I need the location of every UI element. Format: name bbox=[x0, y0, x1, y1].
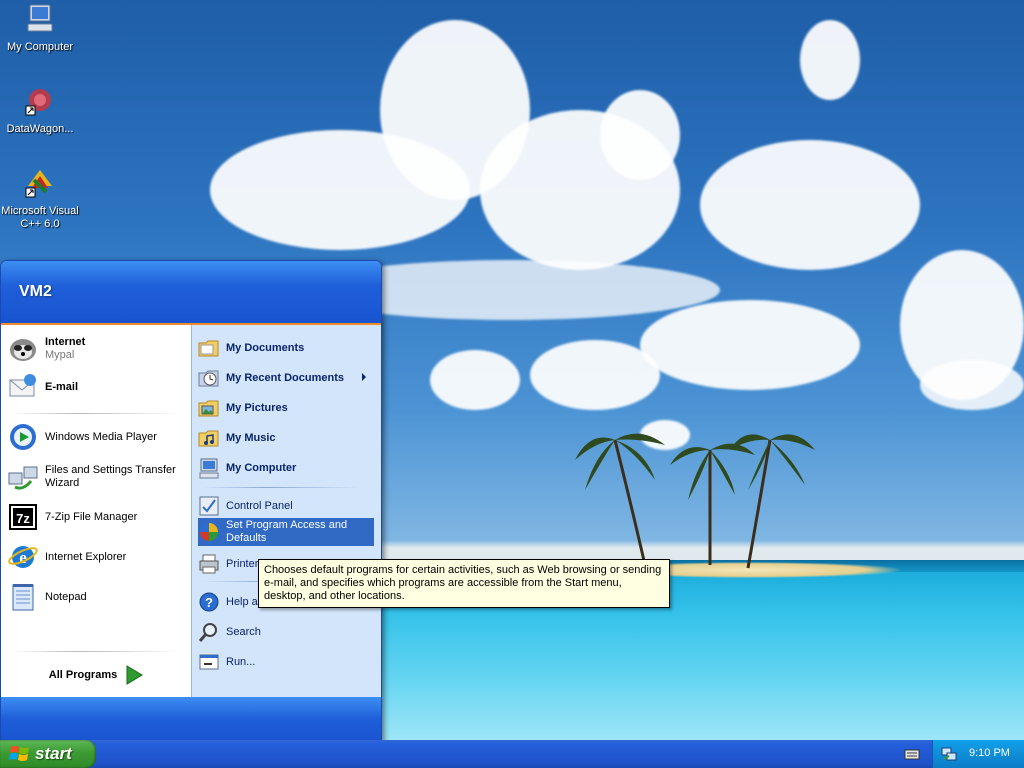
desktop-icon-my-computer[interactable]: My Computer bbox=[0, 2, 80, 54]
places-control-panel[interactable]: Control Panel bbox=[198, 493, 374, 519]
svg-text:?: ? bbox=[205, 595, 213, 610]
places-label: Run... bbox=[226, 655, 256, 668]
desktop-icon-datawagon[interactable]: DataWagon... bbox=[0, 84, 80, 136]
datawagon-icon bbox=[25, 89, 51, 116]
start-label: start bbox=[35, 744, 72, 763]
cloud bbox=[430, 350, 520, 410]
separator bbox=[202, 487, 362, 488]
taskbar: start 9:10 PM bbox=[0, 740, 1024, 768]
music-folder-icon bbox=[198, 430, 219, 447]
keyboard-icon[interactable] bbox=[904, 747, 920, 761]
submenu-arrow-icon bbox=[362, 373, 366, 381]
recent-item-windows-media-player[interactable]: Windows Media Player bbox=[7, 419, 187, 455]
separator bbox=[11, 651, 181, 652]
places-set-program-access[interactable]: Set Program Access and Defaults bbox=[198, 518, 374, 546]
places-label: Search bbox=[226, 625, 261, 638]
places-label: My Recent Documents bbox=[226, 371, 344, 384]
start-menu-right-pane: My Documents My Recent Documents My Pict… bbox=[192, 325, 381, 697]
start-menu-header: VM2 bbox=[1, 261, 381, 325]
computer-icon bbox=[27, 4, 53, 32]
media-player-icon bbox=[10, 424, 36, 450]
places-label: Printer bbox=[226, 557, 259, 570]
desktop-icon-label: Microsoft Visual C++ 6.0 bbox=[1, 205, 79, 230]
places-label: My Pictures bbox=[226, 401, 288, 414]
places-label: My Music bbox=[226, 431, 276, 444]
pinned-item-title: E-mail bbox=[45, 380, 79, 393]
cloud bbox=[600, 90, 680, 180]
places-label: My Computer bbox=[226, 461, 297, 474]
cloud bbox=[700, 140, 920, 270]
start-button[interactable]: start bbox=[0, 740, 96, 768]
start-menu-footer bbox=[1, 697, 381, 741]
start-menu-body: Internet Mypal E-mail Windows Media Playe… bbox=[1, 325, 381, 697]
places-my-music[interactable]: My Music bbox=[198, 425, 374, 451]
visual-cpp-icon bbox=[25, 170, 52, 198]
pinned-item-email[interactable]: E-mail bbox=[7, 369, 187, 405]
recent-documents-icon bbox=[198, 370, 219, 387]
printer-icon bbox=[199, 554, 219, 574]
internet-explorer-icon: e bbox=[8, 546, 38, 568]
recent-item-label: Files and Settings Transfer Wizard bbox=[45, 464, 176, 489]
windows-logo-icon bbox=[9, 746, 29, 761]
folder-icon bbox=[198, 340, 219, 357]
places-label: Set Program Access and Defaults bbox=[226, 519, 348, 544]
all-programs-button[interactable]: All Programs bbox=[1, 657, 191, 693]
email-icon bbox=[9, 374, 36, 397]
cloud bbox=[920, 360, 1024, 410]
cloud bbox=[530, 340, 660, 410]
pictures-folder-icon bbox=[198, 400, 219, 417]
7zip-icon: 7z bbox=[9, 504, 37, 530]
pinned-item-subtitle: Mypal bbox=[45, 349, 75, 361]
tooltip: Chooses default programs for certain act… bbox=[258, 559, 670, 608]
palm-trees bbox=[575, 433, 815, 569]
arrow-right-icon bbox=[126, 665, 144, 685]
places-my-computer[interactable]: My Computer bbox=[198, 455, 374, 481]
run-icon bbox=[199, 654, 219, 670]
search-icon bbox=[198, 623, 217, 642]
recent-item-transfer-wizard[interactable]: Files and Settings Transfer Wizard bbox=[7, 459, 187, 495]
separator bbox=[11, 413, 181, 414]
places-my-documents[interactable]: My Documents bbox=[198, 335, 374, 361]
computer-icon bbox=[199, 458, 219, 479]
places-label: Control Panel bbox=[226, 499, 293, 512]
clock[interactable]: 9:10 PM bbox=[969, 747, 1010, 759]
recent-item-internet-explorer[interactable]: e Internet Explorer bbox=[7, 539, 187, 575]
cloud bbox=[800, 20, 860, 100]
recent-item-label: Internet Explorer bbox=[45, 550, 127, 563]
transfer-wizard-icon bbox=[8, 466, 38, 490]
help-icon: ? bbox=[199, 592, 219, 612]
recent-item-7zip[interactable]: 7z 7-Zip File Manager bbox=[7, 499, 187, 535]
places-my-pictures[interactable]: My Pictures bbox=[198, 395, 374, 421]
places-my-recent-documents[interactable]: My Recent Documents bbox=[198, 365, 374, 391]
system-tray: 9:10 PM bbox=[932, 740, 1024, 768]
recent-item-label: Notepad bbox=[45, 590, 87, 603]
start-menu: VM2 Internet Mypal E-mail Windows Media … bbox=[0, 260, 382, 742]
user-name: VM2 bbox=[19, 283, 52, 300]
desktop-icon-label: My Computer bbox=[6, 41, 74, 53]
recent-item-label: Windows Media Player bbox=[45, 430, 157, 443]
places-label: My Documents bbox=[226, 341, 305, 354]
all-programs-label: All Programs bbox=[48, 669, 118, 681]
places-search[interactable]: Search bbox=[198, 619, 374, 645]
recent-item-notepad[interactable]: Notepad bbox=[7, 579, 187, 615]
places-label: Help a bbox=[226, 595, 258, 608]
control-panel-icon bbox=[199, 496, 219, 516]
start-menu-left-pane: Internet Mypal E-mail Windows Media Playe… bbox=[1, 325, 192, 697]
svg-text:7z: 7z bbox=[16, 511, 30, 526]
program-defaults-icon bbox=[200, 523, 218, 541]
raccoon-browser-icon bbox=[10, 339, 36, 361]
cloud bbox=[640, 300, 860, 390]
network-icon[interactable] bbox=[941, 746, 957, 762]
recent-item-label: 7-Zip File Manager bbox=[45, 510, 138, 523]
desktop-icon-visual-cpp[interactable]: Microsoft Visual C++ 6.0 bbox=[0, 166, 80, 231]
notepad-icon bbox=[12, 584, 34, 611]
desktop-icon-label: DataWagon... bbox=[6, 123, 74, 135]
pinned-item-internet[interactable]: Internet Mypal bbox=[7, 331, 187, 367]
places-run[interactable]: Run... bbox=[198, 649, 374, 675]
pinned-item-title: Internet bbox=[45, 336, 86, 348]
